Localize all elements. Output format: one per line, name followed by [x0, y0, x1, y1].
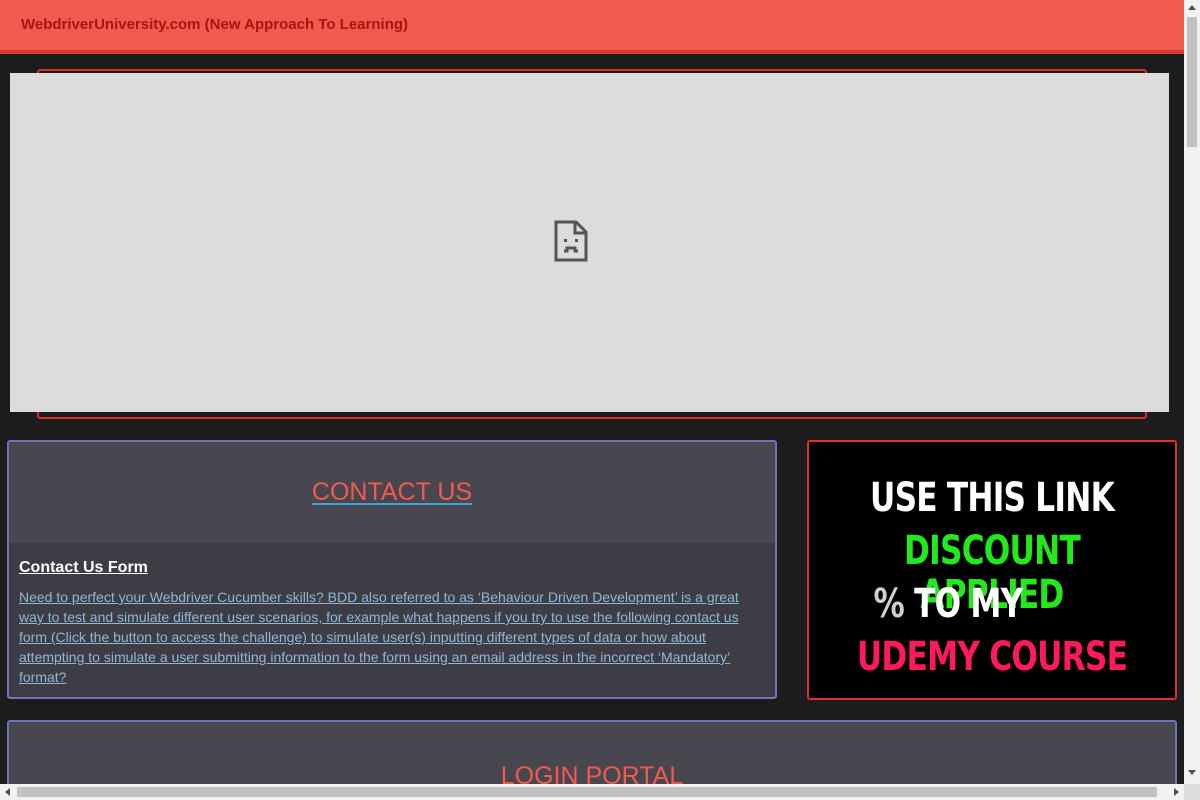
scroll-down-arrow-icon[interactable] [1188, 770, 1196, 775]
scroll-left-arrow-icon[interactable] [5, 788, 10, 796]
horizontal-scrollbar[interactable] [0, 784, 1184, 800]
promo-line-4: UDEMY COURSE [856, 634, 1128, 680]
horizontal-scrollbar-thumb[interactable] [17, 787, 1157, 797]
broken-document-icon [554, 220, 588, 262]
promo-line-1: USE THIS LINK [870, 475, 1115, 521]
scroll-up-arrow-icon[interactable] [1188, 5, 1196, 10]
contact-us-description: Need to perfect your Webdriver Cucumber … [19, 589, 739, 685]
contact-us-card[interactable]: CONTACT US Contact Us Form Need to perfe… [7, 440, 777, 699]
promo-text-block: USE THIS LINK DISCOUNT APPLIED % TO MY U… [809, 442, 1175, 698]
vertical-scrollbar-thumb[interactable] [1187, 17, 1197, 147]
udemy-promo-banner[interactable]: USE THIS LINK DISCOUNT APPLIED % TO MY U… [807, 440, 1177, 700]
brand-link[interactable]: WebdriverUniversity.com (New Approach To… [21, 16, 408, 33]
contact-us-card-header: CONTACT US [9, 442, 775, 543]
contact-us-title-link[interactable]: CONTACT US [312, 478, 472, 507]
top-navbar: WebdriverUniversity.com (New Approach To… [0, 0, 1184, 54]
scroll-right-arrow-icon[interactable] [1174, 788, 1179, 796]
vertical-scrollbar[interactable] [1184, 0, 1200, 784]
contact-us-card-body: Contact Us Form Need to perfect your Web… [9, 543, 775, 687]
contact-us-subtitle: Contact Us Form [19, 559, 148, 576]
promo-line-3: % TO MY [873, 581, 1024, 627]
scrollbar-corner [1184, 784, 1200, 800]
embedded-frame-placeholder [10, 73, 1169, 412]
